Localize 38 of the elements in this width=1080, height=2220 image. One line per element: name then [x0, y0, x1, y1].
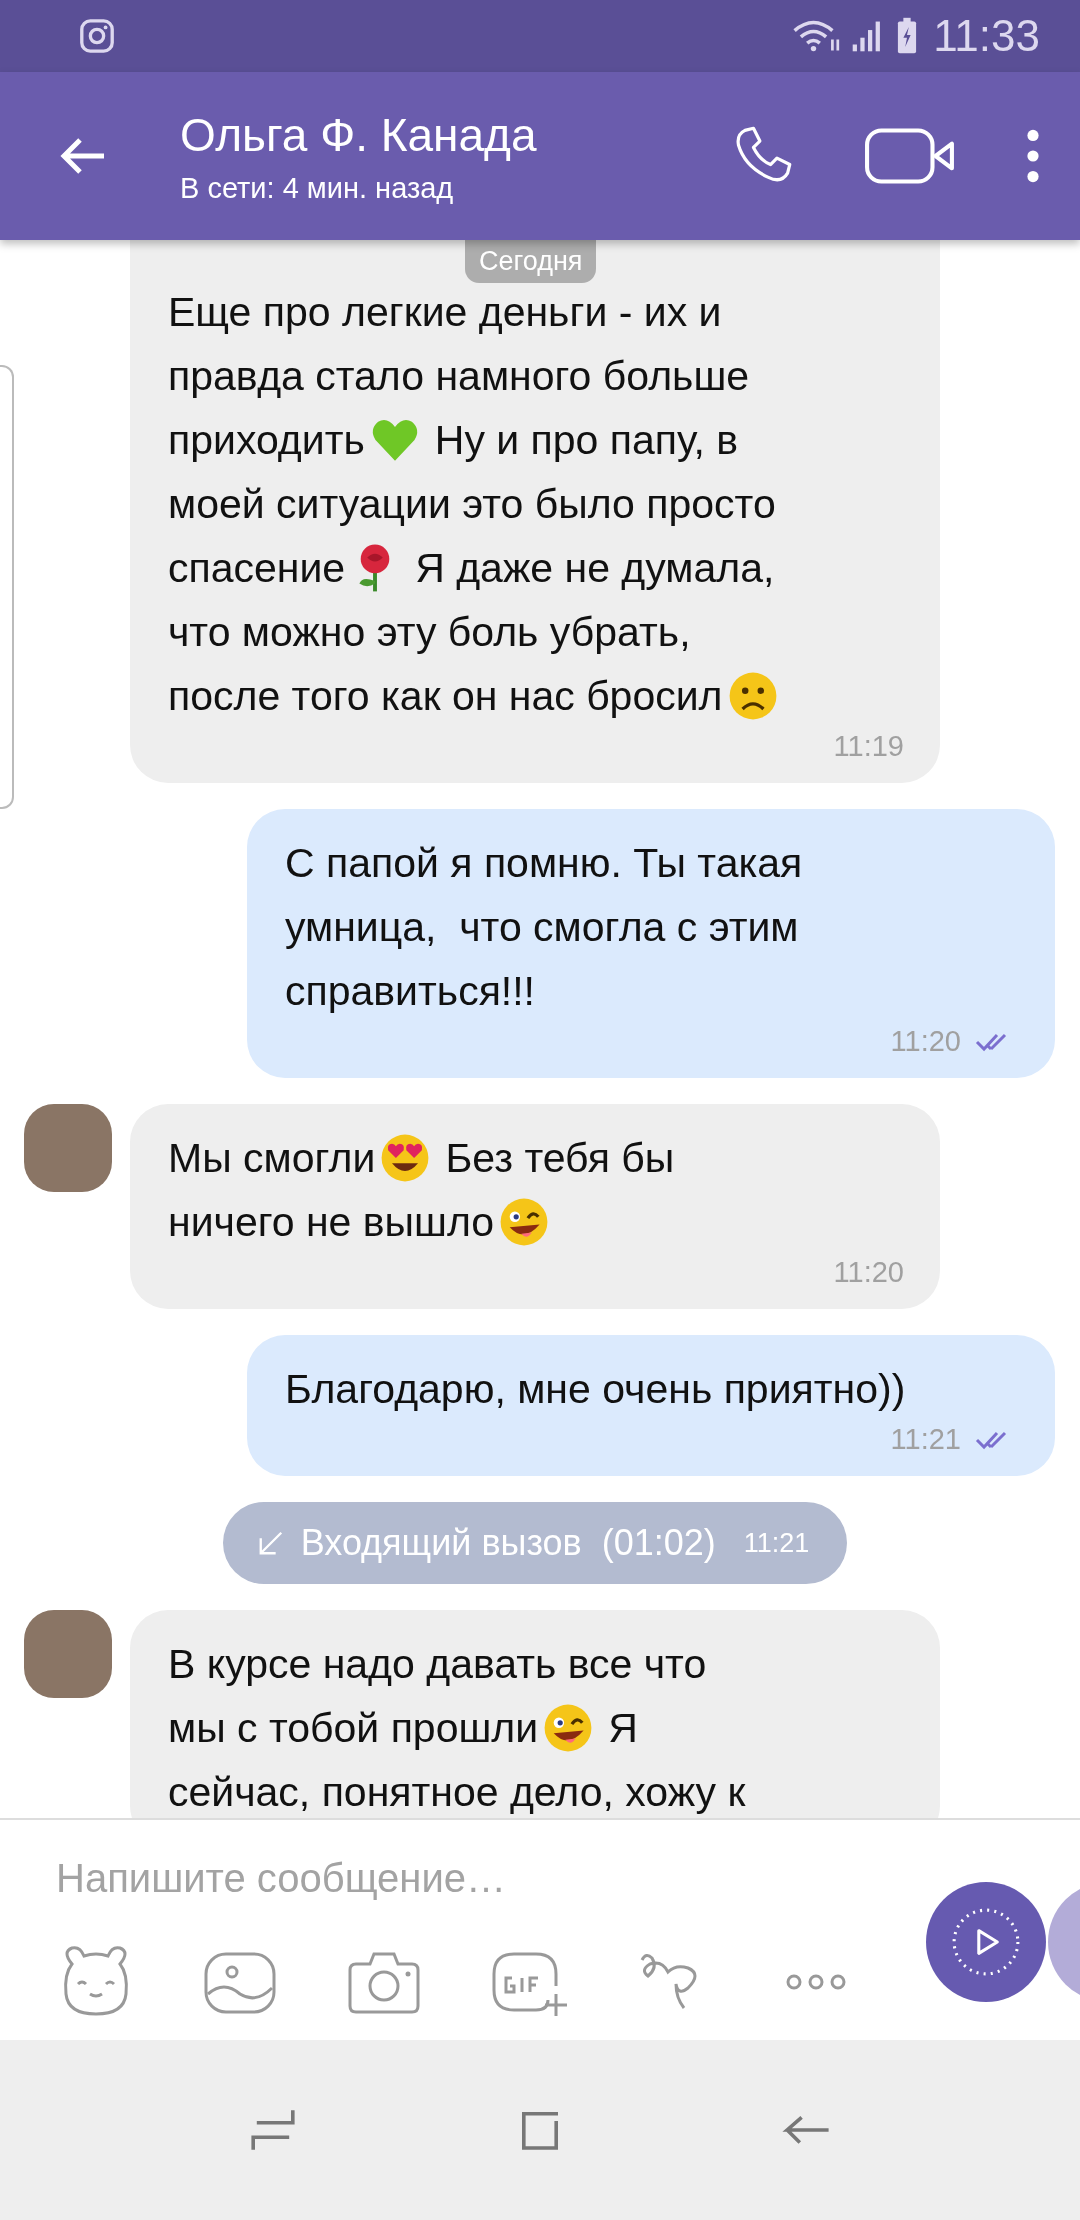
message-text: Ну и про папу, в	[434, 416, 738, 465]
contact-name[interactable]: Ольга Ф. Канада	[180, 107, 730, 162]
edge-panel-handle[interactable]	[0, 365, 14, 809]
call-text: Входящий вызов (01:02)	[300, 1522, 716, 1564]
message-text: моей ситуации это было просто	[168, 480, 776, 529]
message-text: ничего не вышло	[168, 1198, 495, 1247]
message-time: 11:21	[890, 1423, 961, 1456]
message-text: мы с тобой прошли	[168, 1704, 539, 1753]
call-time: 11:21	[743, 1527, 810, 1559]
camera-icon	[78, 17, 116, 55]
battery-icon	[897, 17, 918, 55]
message-text: В курсе надо давать все что	[168, 1640, 707, 1689]
message-text: Я	[608, 1704, 638, 1753]
message-text: Благодарю, мне очень приятно))	[285, 1365, 906, 1414]
video-camera-icon[interactable]	[864, 125, 956, 187]
message-text: Еще про легкие деньги - их и	[168, 288, 722, 337]
message-text: правда стало намного больше	[168, 352, 750, 401]
message-text: что можно эту боль убрать,	[168, 608, 691, 657]
more-options-icon[interactable]	[1026, 128, 1040, 184]
play-icon	[950, 1906, 1022, 1978]
message-text: спасение	[168, 544, 346, 593]
clock-text: 11:33	[933, 11, 1040, 61]
avatar-photo-placeholder[interactable]	[24, 1104, 112, 1192]
message-time: 11:20	[833, 1256, 904, 1289]
message-text: после того как он нас бросил	[168, 672, 723, 721]
online-status: В сети: 4 мин. назад	[180, 171, 455, 205]
message-text: сейчас, понятное дело, хожу к	[168, 1768, 746, 1817]
message-text: умница, что смогла с этим	[285, 903, 799, 952]
message-input[interactable]: Напишите сообщение…	[56, 1850, 616, 1906]
message-text: Без тебя бы	[445, 1134, 675, 1183]
message-text: Я даже не думала,	[415, 544, 775, 593]
message-time: 11:19	[833, 730, 904, 763]
avatar-photo-placeholder[interactable]	[24, 1610, 112, 1698]
message-text: С папой я помню. Ты такая	[285, 839, 803, 888]
message-text: Мы смогли	[168, 1134, 376, 1183]
message-time: 11:20	[890, 1025, 961, 1058]
message-text: приходить	[168, 416, 365, 465]
message-text: справиться!!!	[285, 967, 535, 1016]
